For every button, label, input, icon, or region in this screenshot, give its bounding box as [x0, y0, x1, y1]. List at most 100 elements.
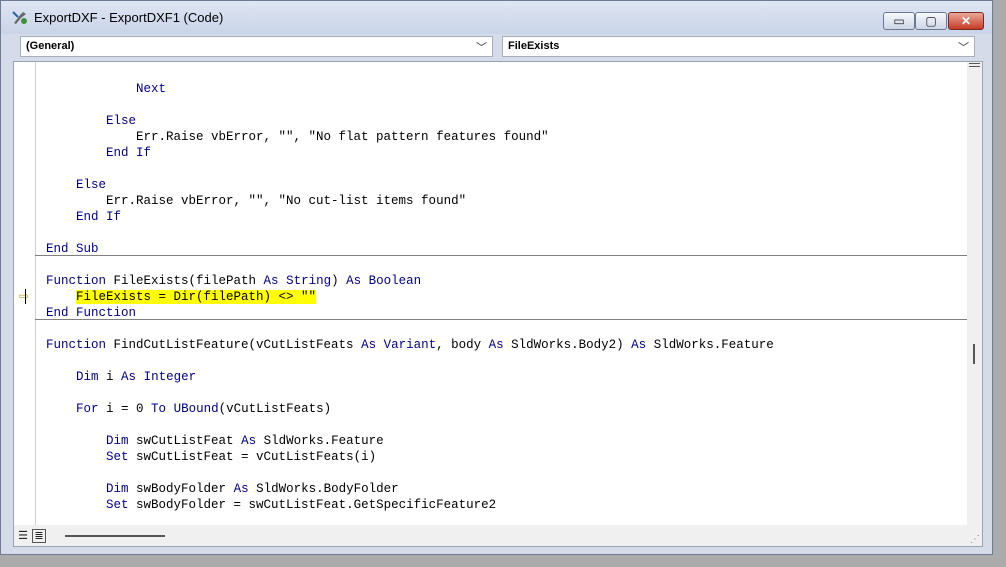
keyword-token: Set [106, 498, 129, 512]
full-module-view-icon[interactable]: ≣ [32, 529, 46, 543]
code-token: Err.Raise vbError, "", "No flat pattern … [46, 130, 549, 144]
keyword-token: As [263, 274, 279, 288]
code-token: ) [331, 274, 347, 288]
code-token: swCutListFeat = vCutListFeats(i) [128, 450, 377, 464]
code-token: SldWorks.Feature [256, 434, 384, 448]
chevron-down-icon[interactable]: ﹀ [476, 39, 487, 55]
procedure-separator [35, 319, 967, 320]
title-bar[interactable]: ExportDXF - ExportDXF1 (Code) ▭ ▢ ✕ [1, 1, 992, 34]
keyword-token: Else [106, 114, 137, 128]
code-token: Err.Raise vbError, "", "No cut-list item… [46, 194, 467, 208]
keyword-token: As [361, 338, 377, 352]
keyword-token: As [233, 482, 249, 496]
keyword-token: Function [46, 338, 107, 352]
maximize-button[interactable]: ▢ [915, 12, 947, 30]
code-token: swCutListFeat [128, 434, 242, 448]
code-line[interactable]: End Sub [46, 241, 99, 257]
procedure-view-icon[interactable]: ☰ [16, 529, 30, 543]
close-icon: ✕ [960, 14, 972, 28]
code-line[interactable]: For i = 0 To UBound(vCutListFeats) [46, 401, 331, 417]
horizontal-scroll-thumb[interactable] [65, 535, 165, 537]
maximize-icon: ▢ [925, 14, 937, 28]
code-token: i = 0 [98, 402, 152, 416]
code-line[interactable]: End Function [46, 305, 136, 321]
keyword-token: Next [136, 82, 167, 96]
code-line[interactable]: Else [46, 177, 106, 193]
close-button[interactable]: ✕ [948, 12, 984, 30]
code-token: SldWorks.BodyFolder [248, 482, 399, 496]
keyword-token: For [76, 402, 99, 416]
vertical-scrollbar[interactable] [967, 62, 982, 525]
procedure-dropdown[interactable]: FileExists ﹀ [502, 36, 975, 57]
code-line[interactable]: Err.Raise vbError, "", "No flat pattern … [46, 129, 549, 145]
horizontal-scrollbar[interactable]: ☰ ≣ ⋰ [14, 525, 982, 546]
keyword-token: As [241, 434, 257, 448]
code-token: , body [436, 338, 489, 352]
keyword-token: Variant [383, 338, 437, 352]
keyword-token: Else [76, 178, 107, 192]
keyword-token: UBound [173, 402, 219, 416]
window-title: ExportDXF - ExportDXF1 (Code) [34, 10, 224, 25]
code-line[interactable]: Function FindCutListFeature(vCutListFeat… [46, 337, 774, 353]
keyword-token: End Function [46, 306, 137, 320]
code-line[interactable]: Dim i As Integer [46, 369, 196, 385]
code-line[interactable]: Dim swCutListFeat As SldWorks.Feature [46, 433, 384, 449]
code-token: swBodyFolder [128, 482, 234, 496]
code-window: ExportDXF - ExportDXF1 (Code) ▭ ▢ ✕ (Gen… [0, 0, 993, 555]
keyword-token: Integer [143, 370, 197, 384]
keyword-token: Dim [106, 482, 129, 496]
code-token: FileExists(filePath [106, 274, 264, 288]
code-line[interactable]: Else [46, 113, 136, 129]
code-token: FindCutListFeature(vCutListFeats [106, 338, 362, 352]
keyword-token: End If [76, 210, 122, 224]
code-line[interactable]: End If [46, 209, 121, 225]
keyword-token: Function [46, 274, 107, 288]
minimize-button[interactable]: ▭ [883, 12, 915, 30]
code-line[interactable]: FileExists = Dir(filePath) <> "" [46, 289, 317, 305]
text-caret [25, 289, 26, 304]
code-token: SldWorks.Body2) [503, 338, 632, 352]
code-token: (vCutListFeats) [218, 402, 332, 416]
keyword-token: As [121, 370, 137, 384]
resize-grip-icon[interactable]: ⋰ [970, 534, 980, 545]
code-editor[interactable]: ⇨ Next Else Err.Raise vbError, "", "No f… [13, 61, 983, 547]
code-line[interactable]: Next [46, 81, 166, 97]
vba-editor-icon [12, 11, 27, 24]
code-line[interactable]: Set swCutListFeat = vCutListFeats(i) [46, 449, 376, 465]
procedure-dropdown-value: FileExists [508, 40, 560, 52]
code-token: swBodyFolder = swCutListFeat.GetSpecific… [128, 498, 497, 512]
procedure-separator [35, 255, 967, 256]
keyword-token: As [346, 274, 362, 288]
object-dropdown-value: (General) [26, 40, 75, 52]
code-line[interactable]: End If [46, 145, 151, 161]
split-bar-handle[interactable] [969, 63, 980, 67]
code-pane[interactable]: Next Else Err.Raise vbError, "", "No fla… [35, 62, 967, 525]
keyword-token: End Sub [46, 242, 99, 256]
keyword-token: Set [106, 450, 129, 464]
keyword-token: As [631, 338, 647, 352]
object-dropdown[interactable]: (General) ﹀ [20, 36, 493, 57]
keyword-token: To [151, 402, 167, 416]
keyword-token: Dim [106, 434, 129, 448]
keyword-token: Dim [76, 370, 99, 384]
code-line[interactable]: Function FileExists(filePath As String) … [46, 273, 421, 289]
code-line[interactable]: Dim swBodyFolder As SldWorks.BodyFolder [46, 481, 399, 497]
code-line[interactable]: Err.Raise vbError, "", "No cut-list item… [46, 193, 466, 209]
code-line[interactable]: Set swBodyFolder = swCutListFeat.GetSpec… [46, 497, 496, 513]
vertical-scroll-thumb[interactable] [973, 344, 975, 364]
chevron-down-icon[interactable]: ﹀ [958, 39, 969, 55]
